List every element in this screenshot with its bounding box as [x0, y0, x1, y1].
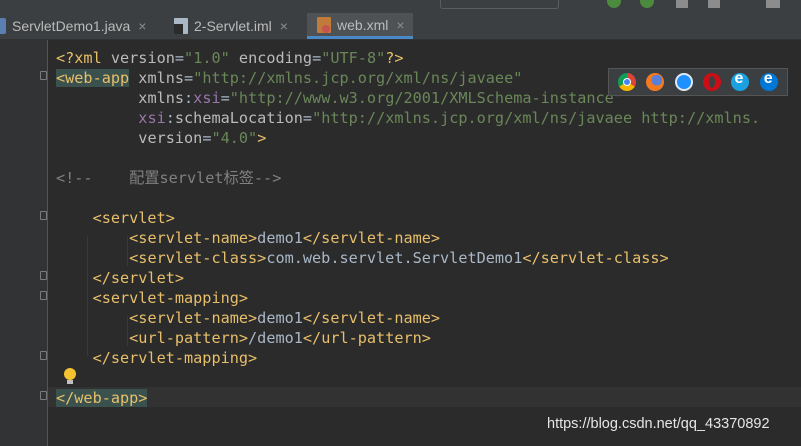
fold-marker-icon[interactable]	[40, 71, 47, 80]
toolbar-icon[interactable]	[766, 0, 780, 8]
code-line-15: </web-app>	[56, 389, 148, 407]
edge-icon[interactable]	[759, 70, 778, 91]
code-line-9: <servlet-class>com.web.servlet.ServletDe…	[129, 249, 669, 267]
xml-file-icon	[317, 16, 331, 33]
code-editor[interactable]: <?xml version="1.0" encoding="UTF-8"?> <…	[48, 48, 801, 446]
code-line-4: xsi:schemaLocation="http://xmlns.jcp.org…	[138, 109, 761, 127]
firefox-icon[interactable]	[646, 73, 665, 91]
code-line-10: </servlet>	[56, 269, 185, 287]
code-line-12: <servlet-name>demo1</servlet-name>	[129, 309, 441, 327]
opera-icon[interactable]	[703, 73, 722, 91]
tab-2-servlet-iml[interactable]: 2-Servlet.iml ×	[174, 12, 288, 39]
toolbar-icon[interactable]	[708, 0, 720, 8]
tab-label: web.xml	[337, 16, 389, 33]
close-icon[interactable]: ×	[396, 17, 404, 33]
search-field-remnant[interactable]	[440, 0, 559, 9]
code-line-5: version="4.0">	[138, 129, 267, 147]
code-line-1: <?xml version="1.0" encoding="UTF-8"?>	[56, 49, 404, 67]
editor-gutter	[0, 40, 48, 446]
tab-label: 2-Servlet.iml	[194, 17, 272, 34]
code-line-13: <url-pattern>/demo1</url-pattern>	[129, 329, 431, 347]
run-icon[interactable]	[607, 0, 621, 8]
code-line-11: <servlet-mapping>	[56, 289, 249, 307]
tab-servletdemo1-java[interactable]: ServletDemo1.java ×	[0, 12, 146, 39]
debug-icon[interactable]	[640, 0, 654, 8]
tab-label: ServletDemo1.java	[12, 17, 131, 34]
code-line-2: <web-app xmlns="http://xmlns.jcp.org/xml…	[56, 69, 523, 87]
code-line-7: <servlet>	[56, 209, 175, 227]
code-line-comment: <!-- 配置servlet标签-->	[56, 169, 282, 187]
internet-explorer-icon[interactable]	[731, 70, 750, 91]
code-line-3: xmlns:xsi="http://www.w3.org/2001/XMLSch…	[138, 89, 623, 107]
java-file-icon	[0, 17, 6, 34]
fold-marker-icon[interactable]	[40, 211, 47, 220]
tab-web-xml[interactable]: web.xml ×	[307, 13, 413, 39]
editor-tab-bar: ServletDemo1.java × 2-Servlet.iml × web.…	[0, 0, 801, 40]
iml-file-icon	[174, 17, 188, 34]
code-line-14: </servlet-mapping>	[56, 349, 258, 367]
fold-marker-icon[interactable]	[40, 271, 47, 280]
open-in-browser-bar	[608, 68, 788, 96]
safari-icon[interactable]	[674, 73, 693, 91]
close-icon[interactable]: ×	[138, 18, 146, 34]
close-icon[interactable]: ×	[280, 18, 288, 34]
fold-marker-icon[interactable]	[40, 391, 47, 400]
fold-marker-icon[interactable]	[40, 291, 47, 300]
code-line-8: <servlet-name>demo1</servlet-name>	[129, 229, 441, 247]
chrome-icon[interactable]	[618, 73, 637, 91]
toolbar-icon[interactable]	[676, 0, 688, 8]
fold-marker-icon[interactable]	[40, 351, 47, 360]
watermark: https://blog.csdn.net/qq_43370892	[547, 416, 770, 432]
